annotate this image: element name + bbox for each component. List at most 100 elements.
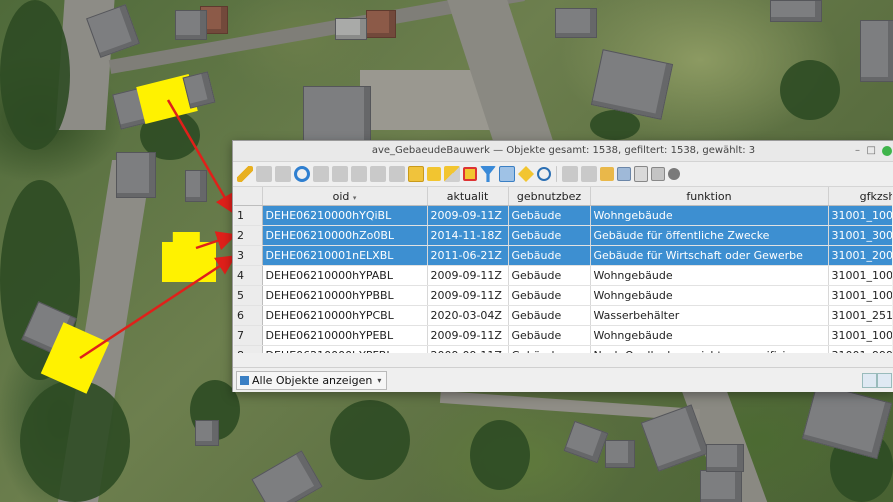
cell-funktion[interactable]: Gebäude für öffentliche Zwecke — [590, 225, 829, 246]
table-row[interactable]: 5 DEHE06210000hYPBBL 2009-09-11Z Gebäude Woh… — [234, 285, 892, 306]
row-number-header — [234, 187, 263, 206]
paste-rows-icon[interactable] — [581, 166, 597, 182]
table-body: 1 DEHE06210000hYQiBL 2009-09-11Z Gebäude Woh… — [234, 205, 892, 353]
reload-icon[interactable] — [294, 166, 310, 182]
cut-icon[interactable] — [351, 166, 367, 182]
field-calculator-icon[interactable] — [634, 166, 648, 182]
cell-gebnutzbez[interactable]: Gebäude — [508, 265, 591, 286]
column-header-gfkzshh[interactable]: gfkzshh — [828, 187, 892, 206]
cell-oid[interactable]: DEHE06210000hYPFBL — [262, 345, 428, 353]
pan-to-selection-icon[interactable] — [518, 166, 534, 182]
cell-gebnutzbez[interactable]: Gebäude — [508, 225, 591, 246]
cell-funktion[interactable]: Wohngebäude — [590, 325, 829, 346]
column-header-gebnutzbez[interactable]: gebnutzbez — [508, 187, 591, 206]
cell-oid[interactable]: DEHE06210000hYPCBL — [262, 305, 428, 326]
cell-funktion[interactable]: Nach Quellenlage nicht zu spezifizieren — [590, 345, 829, 353]
row-number[interactable]: 4 — [234, 265, 263, 286]
table-row[interactable]: 3 DEHE06210001nELXBL 2011-06-21Z Gebäude Geb… — [234, 245, 892, 266]
actions-icon[interactable] — [668, 168, 680, 180]
cell-funktion[interactable]: Wohngebäude — [590, 285, 829, 306]
zoom-to-selection-icon[interactable] — [537, 167, 551, 181]
column-header-oid[interactable]: oid ▾ — [262, 187, 428, 206]
cell-aktualit[interactable]: 2009-09-11Z — [427, 265, 509, 286]
cell-oid[interactable]: DEHE06210000hYPEBL — [262, 325, 428, 346]
table-row[interactable]: 8DEHE06210000hYPFBL2009-09-11ZGebäudeNac… — [234, 345, 892, 353]
paste-icon[interactable] — [389, 166, 405, 182]
cell-gfkzshh[interactable]: 31001_2000 — [828, 245, 892, 266]
cell-aktualit[interactable]: 2009-09-11Z — [427, 325, 509, 346]
save-edits-icon[interactable] — [256, 166, 272, 182]
maximize-button[interactable]: □ — [867, 141, 876, 161]
cell-funktion[interactable]: Wasserbehälter — [590, 305, 829, 326]
select-expression-icon[interactable] — [408, 166, 424, 182]
cell-funktion[interactable]: Wohngebäude — [590, 205, 829, 226]
cell-gebnutzbez[interactable]: Gebäude — [508, 345, 591, 353]
pencil-icon[interactable] — [237, 166, 253, 182]
save-icon[interactable] — [275, 166, 291, 182]
cell-aktualit[interactable]: 2009-09-11Z — [427, 345, 509, 353]
invert-selection-icon[interactable] — [444, 166, 460, 182]
select-all-icon[interactable] — [427, 167, 441, 181]
attribute-table-window: ave_GebaeudeBauwerk — Objekte gesamt: 15… — [232, 140, 893, 392]
cell-gebnutzbez[interactable]: Gebäude — [508, 285, 591, 306]
table-row[interactable]: 6 DEHE06210000hYPCBL 2020-03-04Z Gebäude Was… — [234, 305, 892, 326]
add-feature-icon[interactable] — [313, 166, 329, 182]
cell-aktualit[interactable]: 2020-03-04Z — [427, 305, 509, 326]
cell-gfkzshh[interactable]: 31001_3000 — [828, 225, 892, 246]
cell-oid[interactable]: DEHE06210000hYQiBL — [262, 205, 428, 226]
arrow-2 — [195, 231, 237, 251]
cell-aktualit[interactable]: 2014-11-18Z — [427, 225, 509, 246]
cell-oid[interactable]: DEHE06210001nELXBL — [262, 245, 428, 266]
cell-gfkzshh[interactable]: 31001_1000 — [828, 325, 892, 346]
cell-oid[interactable]: DEHE06210000hZo0BL — [262, 225, 428, 246]
new-field-icon[interactable] — [600, 167, 614, 181]
cell-oid[interactable]: DEHE06210000hYPABL — [262, 265, 428, 286]
cell-gebnutzbez[interactable]: Gebäude — [508, 325, 591, 346]
row-number[interactable]: 5 — [234, 285, 263, 306]
cell-aktualit[interactable]: 2011-06-21Z — [427, 245, 509, 266]
show-all-features-button[interactable]: Alle Objekte anzeigen ▾ — [236, 371, 388, 390]
copy-icon[interactable] — [370, 166, 386, 182]
cell-funktion[interactable]: Wohngebäude — [590, 265, 829, 286]
cell-gebnutzbez[interactable]: Gebäude — [508, 305, 591, 326]
window-titlebar[interactable]: ave_GebaeudeBauwerk — Objekte gesamt: 15… — [233, 141, 893, 162]
form-view-icon[interactable] — [877, 373, 892, 388]
cell-funktion[interactable]: Gebäude für Wirtschaft oder Gewerbe — [590, 245, 829, 266]
cell-aktualit[interactable]: 2009-09-11Z — [427, 285, 509, 306]
delete-feature-icon[interactable] — [332, 166, 348, 182]
close-button[interactable] — [882, 146, 892, 156]
table-row[interactable]: 1 DEHE06210000hYQiBL 2009-09-11Z Gebäude Woh… — [234, 205, 892, 226]
cell-gebnutzbez[interactable]: Gebäude — [508, 205, 591, 226]
cell-gfkzshh[interactable]: 31001_1000 — [828, 285, 892, 306]
cell-aktualit[interactable]: 2009-09-11Z — [427, 205, 509, 226]
row-number[interactable]: 8 — [234, 345, 263, 353]
copy-rows-icon[interactable] — [562, 166, 578, 182]
chevron-down-icon: ▾ — [377, 376, 382, 385]
conditional-format-icon[interactable] — [651, 167, 665, 181]
row-number[interactable]: 1 — [234, 205, 263, 226]
column-header-funktion[interactable]: funktion — [590, 187, 829, 206]
cell-oid[interactable]: DEHE06210000hYPBBL — [262, 285, 428, 306]
cell-gfkzshh[interactable]: 31001_9998 — [828, 345, 892, 353]
row-number[interactable]: 6 — [234, 305, 263, 326]
cell-gfkzshh[interactable]: 31001_1000 — [828, 205, 892, 226]
deselect-icon[interactable] — [463, 167, 477, 181]
delete-field-icon[interactable] — [617, 167, 631, 181]
row-number[interactable]: 2 — [234, 225, 263, 246]
table-view-icon[interactable] — [862, 373, 877, 388]
table-row[interactable]: 2 DEHE06210000hZo0BL 2014-11-18Z Gebäude Geb… — [234, 225, 892, 246]
cell-gebnutzbez[interactable]: Gebäude — [508, 245, 591, 266]
row-number[interactable]: 7 — [234, 325, 263, 346]
table-row[interactable]: 7 DEHE06210000hYPEBL 2009-09-11Z Gebäude Woh… — [234, 325, 892, 346]
move-selection-top-icon[interactable] — [499, 166, 515, 182]
attribute-table[interactable]: oid ▾ aktualit gebnutzbez funktion gfkzs… — [234, 187, 892, 353]
filter-icon[interactable] — [480, 166, 496, 182]
table-filter-icon — [240, 376, 249, 385]
minimize-button[interactable]: – — [855, 141, 860, 161]
cell-gfkzshh[interactable]: 31001_2513 — [828, 305, 892, 326]
cell-gfkzshh[interactable]: 31001_1000 — [828, 265, 892, 286]
column-header-aktualit[interactable]: aktualit — [427, 187, 509, 206]
row-number[interactable]: 3 — [234, 245, 263, 266]
show-all-features-label: Alle Objekte anzeigen — [252, 374, 373, 387]
table-row[interactable]: 4 DEHE06210000hYPABL 2009-09-11Z Gebäude Woh… — [234, 265, 892, 286]
